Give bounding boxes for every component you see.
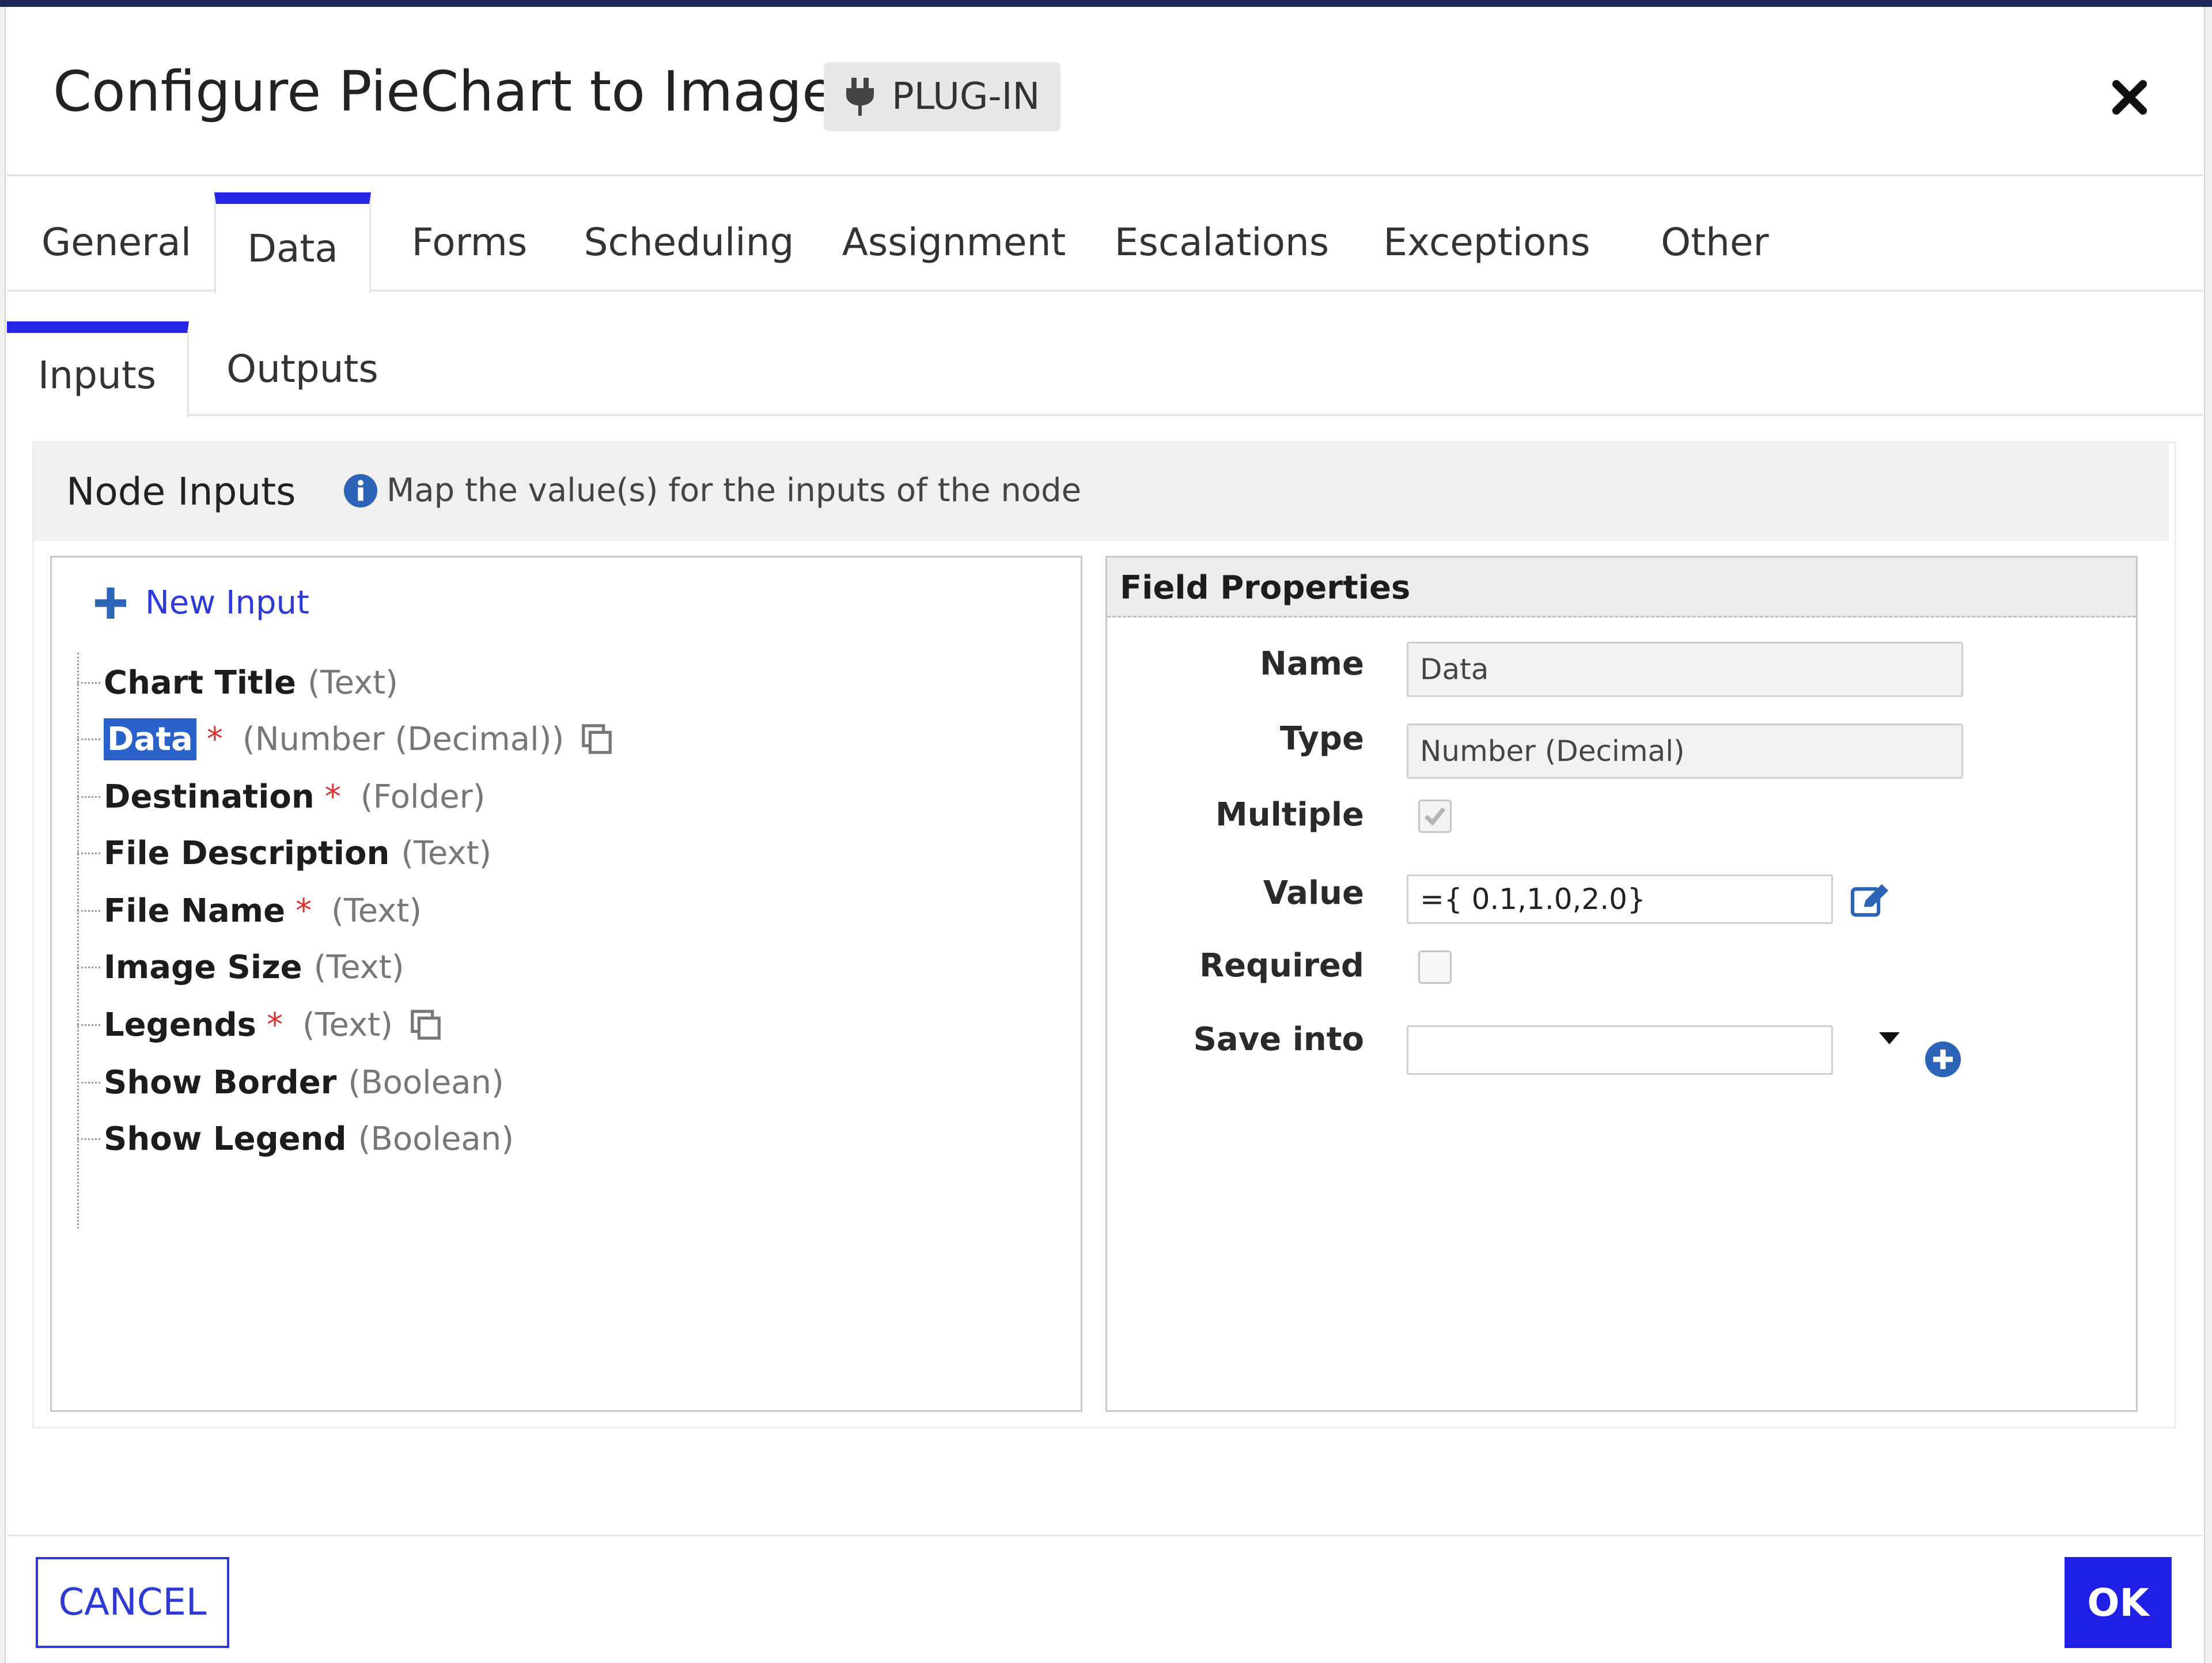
value-input[interactable]: ={ 0.1,1.0,2.0}: [1407, 874, 1833, 924]
info-text: Map the value(s) for the inputs of the n…: [387, 472, 1082, 509]
copy-icon[interactable]: [409, 1008, 442, 1041]
tree-item-destination[interactable]: Destination * (Folder): [77, 771, 486, 823]
add-circle-icon[interactable]: [1925, 1041, 1961, 1077]
required-marker: *: [206, 720, 223, 758]
required-marker: *: [324, 778, 341, 816]
tree-item-legends[interactable]: Legends * (Text): [77, 999, 442, 1051]
tab-escalations[interactable]: Escalations: [1115, 192, 1329, 291]
multiple-label: Multiple: [1215, 796, 1364, 834]
tree-item-type: (Text): [313, 948, 404, 986]
value-label: Value: [1263, 874, 1364, 912]
plugin-badge: PLUG-IN: [824, 62, 1061, 131]
tree-connector: [77, 1081, 100, 1084]
edit-expression-icon[interactable]: [1850, 882, 1891, 918]
window-left-edge: [0, 7, 6, 1663]
plugin-badge-label: PLUG-IN: [892, 75, 1040, 118]
node-inputs-info: Map the value(s) for the inputs of the n…: [344, 472, 1081, 509]
tree-item-type: (Boolean): [358, 1120, 514, 1158]
field-properties-panel: Field Properties Name Data Type Number (…: [1105, 556, 2138, 1412]
ok-button[interactable]: OK: [2065, 1557, 2172, 1648]
subtab-inputs[interactable]: Inputs: [7, 321, 189, 418]
tree-item-file-name[interactable]: File Name * (Text): [77, 885, 422, 937]
node-inputs-title: Node Inputs: [66, 469, 296, 514]
dialog-header: Configure PieChart to Image PLUG-IN: [7, 7, 2203, 176]
info-icon: [344, 473, 377, 507]
field-properties-header: Field Properties: [1107, 558, 2136, 618]
tree-item-type: (Number (Decimal)): [242, 720, 565, 758]
input-tree: New Input Chart Title (Text) Data * (Num…: [50, 556, 1082, 1412]
save-into-select[interactable]: [1407, 1025, 1833, 1075]
tree-item-name: Data: [104, 718, 196, 760]
tab-assignment[interactable]: Assignment: [839, 192, 1069, 291]
save-into-label: Save into: [1193, 1021, 1364, 1058]
plus-icon: [95, 587, 126, 619]
tree-item-name: File Name: [104, 892, 286, 930]
name-label: Name: [1260, 645, 1364, 683]
tab-general[interactable]: General: [30, 192, 203, 291]
name-field: Data: [1407, 642, 1963, 697]
new-input-button[interactable]: New Input: [93, 584, 309, 622]
tab-exceptions[interactable]: Exceptions: [1381, 192, 1592, 291]
tree-item-file-description[interactable]: File Description (Text): [77, 827, 491, 879]
tree-item-name: Legends: [104, 1006, 257, 1044]
tree-item-data[interactable]: Data * (Number (Decimal)): [77, 713, 613, 765]
dialog-footer: CANCEL OK: [7, 1535, 2203, 1661]
checkmark-icon: [1424, 807, 1446, 826]
tree-connector: [77, 966, 100, 968]
cancel-button[interactable]: CANCEL: [36, 1557, 229, 1648]
required-marker: *: [296, 892, 312, 930]
tree-item-type: (Text): [331, 892, 422, 930]
required-marker: *: [267, 1006, 283, 1044]
tree-connector: [77, 852, 100, 854]
type-label: Type: [1279, 720, 1364, 757]
tree-item-type: (Boolean): [348, 1063, 504, 1101]
tab-data[interactable]: Data: [214, 192, 371, 293]
plug-icon: [846, 78, 874, 116]
type-field: Number (Decimal): [1407, 723, 1963, 779]
tree-connector: [77, 1138, 100, 1140]
dialog-title: Configure PieChart to Image: [53, 59, 836, 124]
tree-connector: [77, 738, 100, 740]
multiple-checkbox[interactable]: [1418, 800, 1452, 833]
tree-item-show-legend[interactable]: Show Legend (Boolean): [77, 1113, 514, 1165]
new-input-label: New Input: [145, 584, 309, 622]
window-right-edge: [2204, 7, 2212, 1663]
field-properties-title: Field Properties: [1120, 569, 1411, 607]
tree-item-type: (Folder): [360, 778, 486, 816]
tree-item-type: (Text): [401, 834, 492, 872]
node-inputs-panel: Node Inputs Map the value(s) for the inp…: [32, 441, 2176, 1429]
tree-item-type: (Text): [302, 1006, 393, 1044]
window-top-border: [0, 0, 2212, 7]
data-subtabs: Inputs Outputs: [7, 321, 2203, 418]
tree-item-name: Show Border: [104, 1063, 337, 1101]
copy-icon[interactable]: [580, 722, 613, 756]
close-button[interactable]: [2104, 71, 2156, 123]
tree-item-name: File Description: [104, 834, 390, 872]
main-tabs: General Data Forms Scheduling Assignment…: [7, 192, 2203, 293]
tab-other[interactable]: Other: [1645, 192, 1785, 291]
tree-item-chart-title[interactable]: Chart Title (Text): [77, 657, 398, 709]
tree-item-name: Show Legend: [104, 1120, 347, 1158]
tree-item-name: Destination: [104, 778, 315, 816]
tree-item-image-size[interactable]: Image Size (Text): [77, 941, 404, 993]
caret-down-icon[interactable]: [1879, 1032, 1900, 1046]
node-inputs-header: Node Inputs Map the value(s) for the inp…: [34, 443, 2169, 541]
close-icon: [2112, 79, 2147, 115]
tree-connector: [77, 910, 100, 912]
required-label: Required: [1199, 947, 1364, 984]
subtab-outputs[interactable]: Outputs: [202, 321, 403, 416]
tab-forms[interactable]: Forms: [394, 192, 545, 291]
tree-item-show-border[interactable]: Show Border (Boolean): [77, 1056, 504, 1108]
tree-item-name: Chart Title: [104, 664, 296, 702]
tree-connector: [77, 795, 100, 798]
tab-scheduling[interactable]: Scheduling: [583, 192, 795, 291]
tree-connector: [77, 681, 100, 684]
tree-connector: [77, 1024, 100, 1026]
tree-item-name: Image Size: [104, 948, 302, 986]
required-checkbox[interactable]: [1418, 950, 1452, 984]
tree-item-type: (Text): [307, 664, 398, 702]
